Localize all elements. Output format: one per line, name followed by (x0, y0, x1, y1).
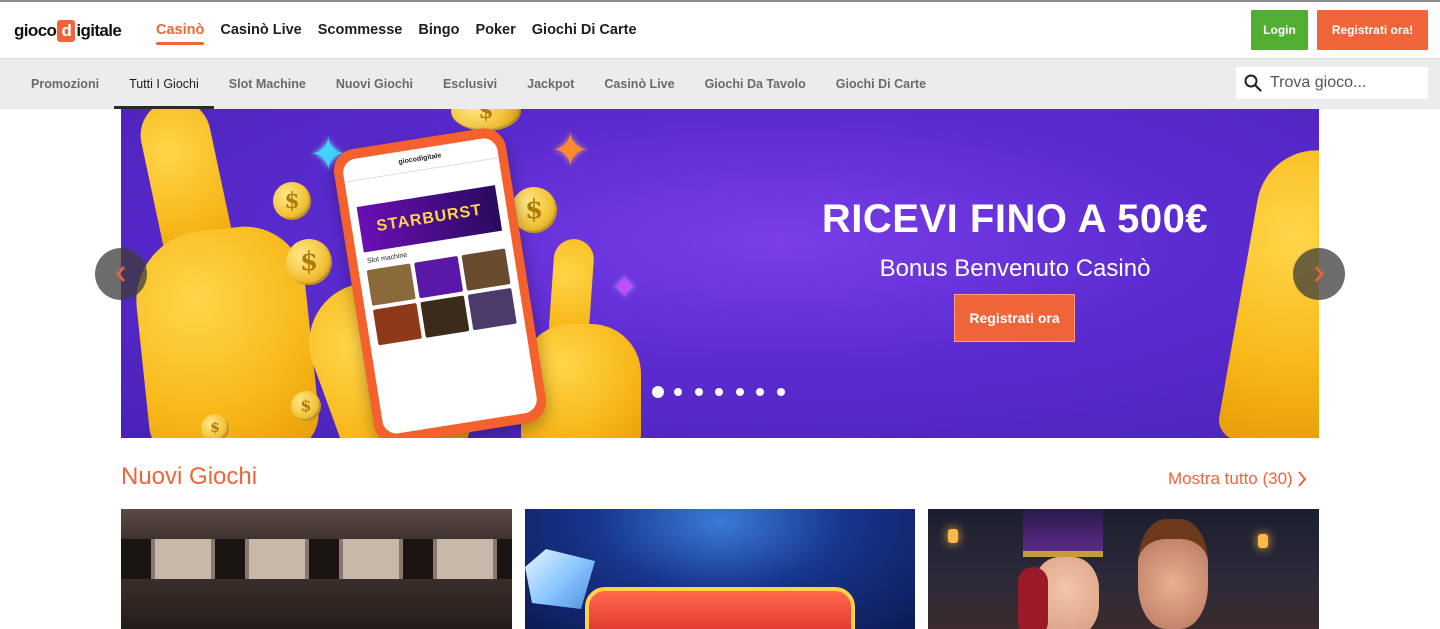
game-card[interactable] (121, 509, 512, 629)
nav-item-giochi-di-carte[interactable]: Giochi Di Carte (532, 2, 637, 59)
tab-slot-machine[interactable]: Slot Machine (214, 59, 321, 109)
lantern-icon (948, 529, 958, 543)
nav-item-scommesse[interactable]: Scommesse (318, 2, 403, 59)
tab-giochi-da-tavolo[interactable]: Giochi Da Tavolo (690, 59, 821, 109)
character-hair-illustration (1018, 567, 1048, 629)
sub-nav: Promozioni Tutti I Giochi Slot Machine N… (0, 59, 1440, 109)
game-search (1236, 67, 1428, 99)
phone-game-tile (420, 295, 470, 338)
show-all-link[interactable]: Mostra tutto (30) (1168, 469, 1307, 489)
carousel-prev-button[interactable] (95, 248, 147, 300)
nav-item-poker[interactable]: Poker (475, 2, 515, 59)
tab-casino-live[interactable]: Casinò Live (589, 59, 689, 109)
tab-jackpot[interactable]: Jackpot (512, 59, 589, 109)
chevron-right-icon (1315, 266, 1324, 282)
nav-item-casino-live[interactable]: Casinò Live (220, 2, 301, 59)
tab-giochi-di-carte[interactable]: Giochi Di Carte (821, 59, 941, 109)
game-card-art (121, 539, 512, 579)
register-button[interactable]: Registrati ora! (1317, 10, 1428, 50)
lantern-icon (1258, 534, 1268, 548)
carousel-dot-7[interactable] (776, 388, 785, 396)
category-tabs: Promozioni Tutti I Giochi Slot Machine N… (16, 59, 941, 109)
search-icon[interactable] (1236, 67, 1270, 99)
phone-screen: giocodigitale STARBURST Slot machine (341, 136, 539, 436)
carousel-dot-1[interactable] (652, 386, 664, 398)
carousel-dot-2[interactable] (674, 388, 682, 396)
hero-title: RICEVI FINO A 500€ (821, 197, 1209, 241)
main-nav: Casinò Casinò Live Scommesse Bingo Poker… (156, 2, 653, 59)
phone-game-tile (372, 302, 422, 346)
game-card-art (121, 579, 512, 629)
hero-subtitle: Bonus Benvenuto Casinò (879, 255, 1151, 282)
nav-item-bingo[interactable]: Bingo (418, 2, 459, 59)
coin-icon: $ (201, 414, 229, 438)
chevron-left-icon (116, 266, 125, 282)
phone-game-tile (467, 287, 517, 331)
logo-letter-badge: d (57, 20, 76, 42)
coin-icon: $ (291, 391, 321, 421)
carousel-dot-6[interactable] (756, 388, 764, 396)
carousel-dots (652, 385, 797, 399)
tab-esclusivi[interactable]: Esclusivi (428, 59, 512, 109)
tab-nuovi-giochi[interactable]: Nuovi Giochi (321, 59, 428, 109)
logo-text-part2: igitale (76, 21, 122, 40)
brand-logo[interactable]: gioco d igitale (14, 19, 122, 43)
tab-promozioni[interactable]: Promozioni (16, 59, 114, 109)
carousel-dot-4[interactable] (715, 388, 723, 396)
carousel-dot-3[interactable] (694, 388, 703, 396)
search-input[interactable] (1270, 74, 1420, 92)
tab-tutti-i-giochi[interactable]: Tutti I Giochi (114, 59, 214, 109)
chevron-right-icon (1297, 471, 1307, 487)
game-card[interactable] (525, 509, 915, 629)
promo-banner[interactable]: $ $ $ $ $ $ ✦ ✦ ✦ giocodigitale STARBURS… (121, 109, 1319, 438)
game-card[interactable] (928, 509, 1319, 629)
login-button[interactable]: Login (1251, 10, 1308, 50)
show-all-label: Mostra tutto (30) (1168, 469, 1293, 488)
hero-register-button[interactable]: Registrati ora (954, 294, 1075, 342)
phone-app-logo: giocodigitale (341, 136, 499, 183)
section-title: Nuovi Giochi (121, 463, 258, 490)
game-card-art (585, 587, 855, 629)
logo-text-part1: gioco (14, 21, 57, 40)
nav-item-casino[interactable]: Casinò (156, 2, 205, 59)
top-header: gioco d igitale Casinò Casinò Live Scommes… (0, 0, 1440, 59)
character-hat-illustration (1023, 509, 1103, 557)
carousel-next-button[interactable] (1293, 248, 1345, 300)
gem-star-icon: ✦ (551, 124, 590, 176)
character-face-illustration (1138, 519, 1208, 629)
carousel-dot-5[interactable] (735, 388, 744, 396)
diamond-icon (525, 549, 595, 609)
